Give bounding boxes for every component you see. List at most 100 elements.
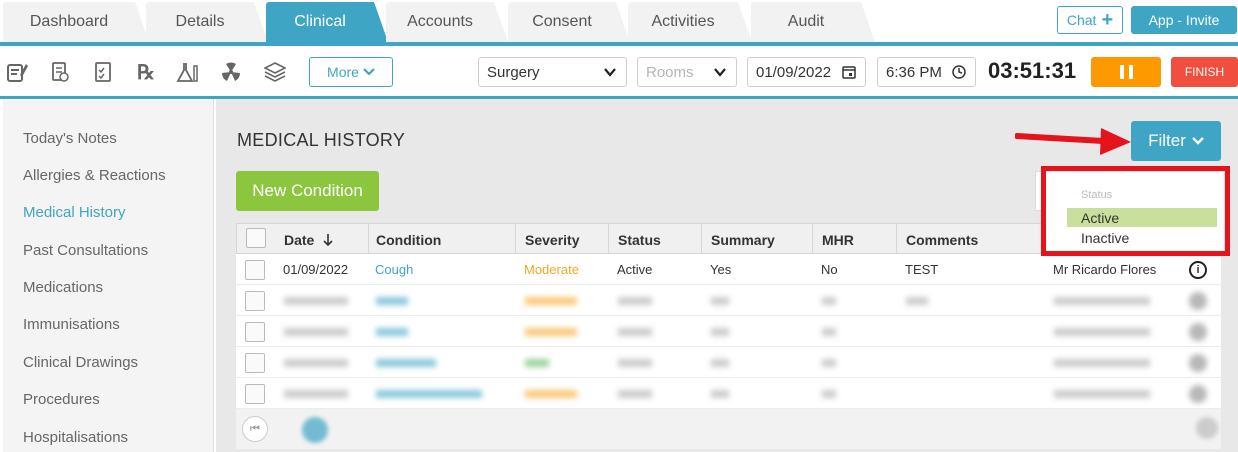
more-button[interactable]: More — [309, 57, 393, 87]
filter-label: Filter — [1148, 131, 1186, 150]
tab-details[interactable]: Details — [146, 2, 268, 42]
prescription-icon[interactable]: ℞ — [134, 60, 158, 84]
chevron-down-icon — [714, 68, 726, 77]
row-checkbox[interactable] — [245, 291, 265, 311]
info-icon[interactable]: i — [1189, 261, 1207, 279]
checklist-icon[interactable] — [91, 60, 115, 84]
annotation-highlight-box — [1041, 166, 1230, 256]
column-label: Summary — [711, 231, 775, 248]
cell-condition-link[interactable]: Cough — [366, 254, 413, 285]
sidebar-item-medications[interactable]: Medications — [23, 279, 103, 296]
sidebar-item-procedures[interactable]: Procedures — [23, 391, 100, 408]
column-label: Status — [618, 231, 661, 248]
rooms-select[interactable]: Rooms — [637, 57, 737, 87]
notes-icon[interactable] — [5, 60, 29, 84]
finish-button[interactable]: FINISH — [1171, 57, 1238, 87]
calendar-icon[interactable] — [842, 65, 856, 79]
lab-flask-icon[interactable] — [176, 60, 200, 84]
tab-dashboard[interactable]: Dashboard — [3, 2, 149, 42]
page-title: MEDICAL HISTORY — [237, 130, 406, 150]
location-select[interactable]: Surgery — [478, 57, 627, 87]
tab-accounts[interactable]: Accounts — [386, 2, 508, 42]
clock-icon[interactable] — [952, 65, 966, 79]
app-invite-label: App - Invite — [1148, 12, 1220, 28]
app-invite-button[interactable]: App - Invite — [1131, 6, 1237, 34]
sidebar-item-immunisations[interactable]: Immunisations — [23, 316, 120, 333]
column-label: Severity — [525, 231, 580, 248]
first-page-icon[interactable]: ⏮ — [242, 416, 268, 442]
current-page-button[interactable] — [302, 417, 328, 443]
clinical-sidebar: Today's Notes Allergies & Reactions Medi… — [3, 99, 214, 452]
column-summary[interactable]: Summary — [702, 224, 813, 255]
tab-activities[interactable]: Activities — [628, 2, 752, 42]
tab-label: Audit — [787, 13, 825, 30]
row-checkbox[interactable] — [245, 384, 265, 404]
tab-label: Accounts — [407, 13, 473, 30]
document-icon[interactable] — [48, 60, 72, 84]
radiation-icon[interactable] — [219, 60, 243, 84]
chevron-down-icon — [604, 68, 616, 77]
cell-summary: Yes — [710, 262, 732, 277]
cell-date: 01/09/2022 — [283, 262, 349, 277]
chevron-down-icon — [1192, 137, 1204, 145]
time-value: 6:36 PM — [886, 63, 942, 81]
table-row[interactable] — [236, 347, 1221, 378]
table-row[interactable] — [236, 285, 1221, 316]
table-pager: ⏮ — [236, 409, 1221, 449]
column-label: Comments — [906, 231, 979, 248]
sidebar-item-clinical-drawings[interactable]: Clinical Drawings — [23, 354, 138, 371]
rooms-placeholder: Rooms — [646, 63, 694, 81]
pause-icon — [1128, 65, 1133, 79]
chat-button[interactable]: Chat + — [1057, 6, 1123, 34]
row-checkbox[interactable] — [245, 353, 265, 373]
sidebar-item-hospitalisations[interactable]: Hospitalisations — [23, 429, 128, 446]
chevron-down-icon — [363, 68, 375, 76]
time-field[interactable]: 6:36 PM — [877, 57, 976, 87]
column-mhr[interactable]: MHR — [813, 224, 897, 255]
location-value: Surgery — [487, 63, 540, 81]
redacted-pager-control — [1196, 417, 1218, 439]
date-value: 01/09/2022 — [756, 63, 832, 81]
pause-icon — [1119, 65, 1124, 79]
column-date[interactable]: Date — [275, 224, 369, 255]
new-condition-button[interactable]: New Condition — [236, 171, 379, 211]
tab-label: Clinical — [294, 13, 346, 30]
finish-label: FINISH — [1184, 65, 1225, 79]
cell-comments: TEST — [905, 262, 939, 277]
cell-severity: Moderate — [524, 262, 579, 277]
table-row[interactable] — [236, 378, 1221, 409]
tab-label: Details — [175, 13, 225, 30]
annotation-arrow-icon — [1015, 128, 1131, 155]
column-status[interactable]: Status — [609, 224, 702, 255]
date-field[interactable]: 01/09/2022 — [747, 57, 866, 87]
column-comments[interactable]: Comments — [897, 224, 1045, 255]
column-condition[interactable]: Condition — [367, 224, 516, 255]
sidebar-item-past-consultations[interactable]: Past Consultations — [23, 242, 148, 259]
tab-consent[interactable]: Consent — [508, 2, 630, 42]
tab-clinical[interactable]: Clinical — [266, 2, 388, 42]
tab-label: Consent — [532, 13, 592, 30]
tab-audit[interactable]: Audit — [751, 2, 875, 42]
sidebar-item-todays-notes[interactable]: Today's Notes — [23, 130, 117, 147]
table-row[interactable]: 01/09/2022 Cough Moderate Active Yes No … — [236, 254, 1221, 285]
row-checkbox[interactable] — [245, 322, 265, 342]
cell-status: Active — [617, 262, 653, 277]
select-all-checkbox[interactable] — [246, 228, 266, 248]
column-label: MHR — [822, 231, 854, 248]
cell-clinician: Mr Ricardo Flores — [1053, 262, 1157, 277]
chat-label: Chat — [1066, 12, 1097, 28]
plus-icon: + — [1101, 9, 1114, 31]
pause-button[interactable] — [1091, 57, 1161, 87]
column-label: Date — [284, 231, 315, 248]
sidebar-item-medical-history[interactable]: Medical History — [23, 204, 126, 221]
layers-icon[interactable] — [263, 60, 287, 84]
new-condition-label: New Condition — [252, 181, 363, 200]
tab-bar: Dashboard Details Clinical Accounts Cons… — [0, 0, 1238, 46]
table-row[interactable] — [236, 316, 1221, 347]
row-checkbox[interactable] — [245, 260, 265, 280]
filter-button[interactable]: Filter — [1131, 121, 1221, 161]
column-severity[interactable]: Severity — [516, 224, 609, 255]
cell-mhr: No — [821, 262, 838, 277]
sidebar-item-allergies[interactable]: Allergies & Reactions — [23, 167, 166, 184]
more-label: More — [327, 64, 359, 80]
